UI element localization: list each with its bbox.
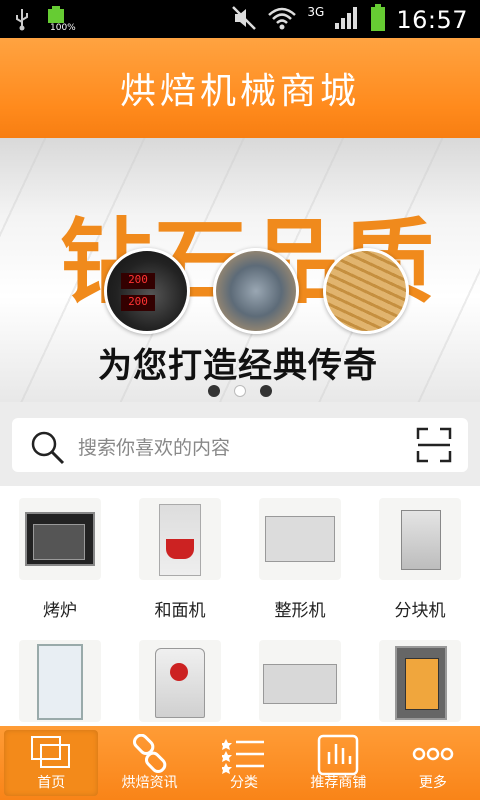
tab-home[interactable]: 首页 [4, 730, 99, 796]
app-header: 烘焙机械商城 [0, 38, 480, 138]
category-item[interactable] [120, 628, 240, 722]
category-item[interactable]: 整形机 [240, 486, 360, 621]
banner-slogan: 为您打造经典传奇 [98, 346, 378, 386]
signal-icon [334, 6, 360, 34]
tab-label: 首页 [37, 775, 66, 791]
promo-banner[interactable]: 钻石品质 200 200 为您打造经典传奇 [0, 138, 480, 402]
category-grid: 烤炉 和面机 整形机 分块机 [0, 486, 480, 726]
category-item[interactable]: 烤炉 [0, 486, 120, 621]
usb-icon [14, 7, 30, 35]
tab-news[interactable]: 烘焙资讯 [102, 726, 196, 800]
moulder-icon [259, 498, 341, 580]
oven-icon [19, 498, 101, 580]
tab-shops[interactable]: 推荐商铺 [291, 726, 385, 800]
bottom-tab-bar: 首页 烘焙资讯 分类 推荐商铺 更多 [0, 726, 480, 800]
handle-closeup-image [213, 248, 299, 334]
search-input[interactable]: 搜索你喜欢的内容 [12, 418, 468, 472]
category-item[interactable]: 和面机 [120, 486, 240, 621]
category-label: 分块机 [394, 601, 446, 621]
tray-closeup-image [323, 248, 409, 334]
tab-label: 更多 [418, 775, 447, 791]
dough-mixer-icon [139, 498, 221, 580]
clock: 16:57 [396, 6, 468, 34]
display-reading-1: 200 [121, 273, 155, 289]
home-icon [29, 734, 73, 776]
category-item[interactable] [0, 628, 120, 722]
sheeter-icon [259, 640, 341, 722]
tab-label: 推荐商铺 [310, 775, 367, 791]
tab-category[interactable]: 分类 [197, 726, 291, 800]
page-title: 烘焙机械商城 [119, 71, 360, 112]
search-area: 搜索你喜欢的内容 [0, 402, 480, 486]
network-type: 3G [307, 5, 325, 19]
oven-control-panel-image: 200 200 [104, 248, 190, 334]
carousel-dot-1[interactable] [208, 385, 220, 397]
planetary-mixer-icon [139, 640, 221, 722]
category-item[interactable] [240, 628, 360, 722]
battery-icon [370, 4, 386, 36]
carousel-dot-2[interactable] [234, 385, 246, 397]
carousel-dot-3[interactable] [260, 385, 272, 397]
tab-label: 分类 [230, 775, 259, 791]
tab-label: 烘焙资讯 [121, 775, 178, 791]
divider-icon [379, 498, 461, 580]
category-label: 整形机 [274, 601, 326, 621]
scan-icon[interactable] [416, 427, 452, 467]
rack-oven-icon [379, 640, 461, 722]
mute-icon [231, 5, 257, 35]
display-reading-2: 200 [121, 295, 155, 311]
search-placeholder: 搜索你喜欢的内容 [78, 437, 231, 459]
status-bar: 100% 3G 16:57 [0, 0, 480, 38]
category-label: 烤炉 [43, 601, 77, 621]
search-icon[interactable] [30, 430, 66, 470]
wifi-icon [267, 5, 297, 35]
proofer-icon [19, 640, 101, 722]
carousel-indicator [0, 385, 480, 397]
category-item[interactable] [360, 628, 480, 722]
category-label: 和面机 [154, 601, 206, 621]
tab-more[interactable]: 更多 [386, 726, 480, 800]
battery-percent: 100% [50, 23, 76, 33]
category-item[interactable]: 分块机 [360, 486, 480, 621]
